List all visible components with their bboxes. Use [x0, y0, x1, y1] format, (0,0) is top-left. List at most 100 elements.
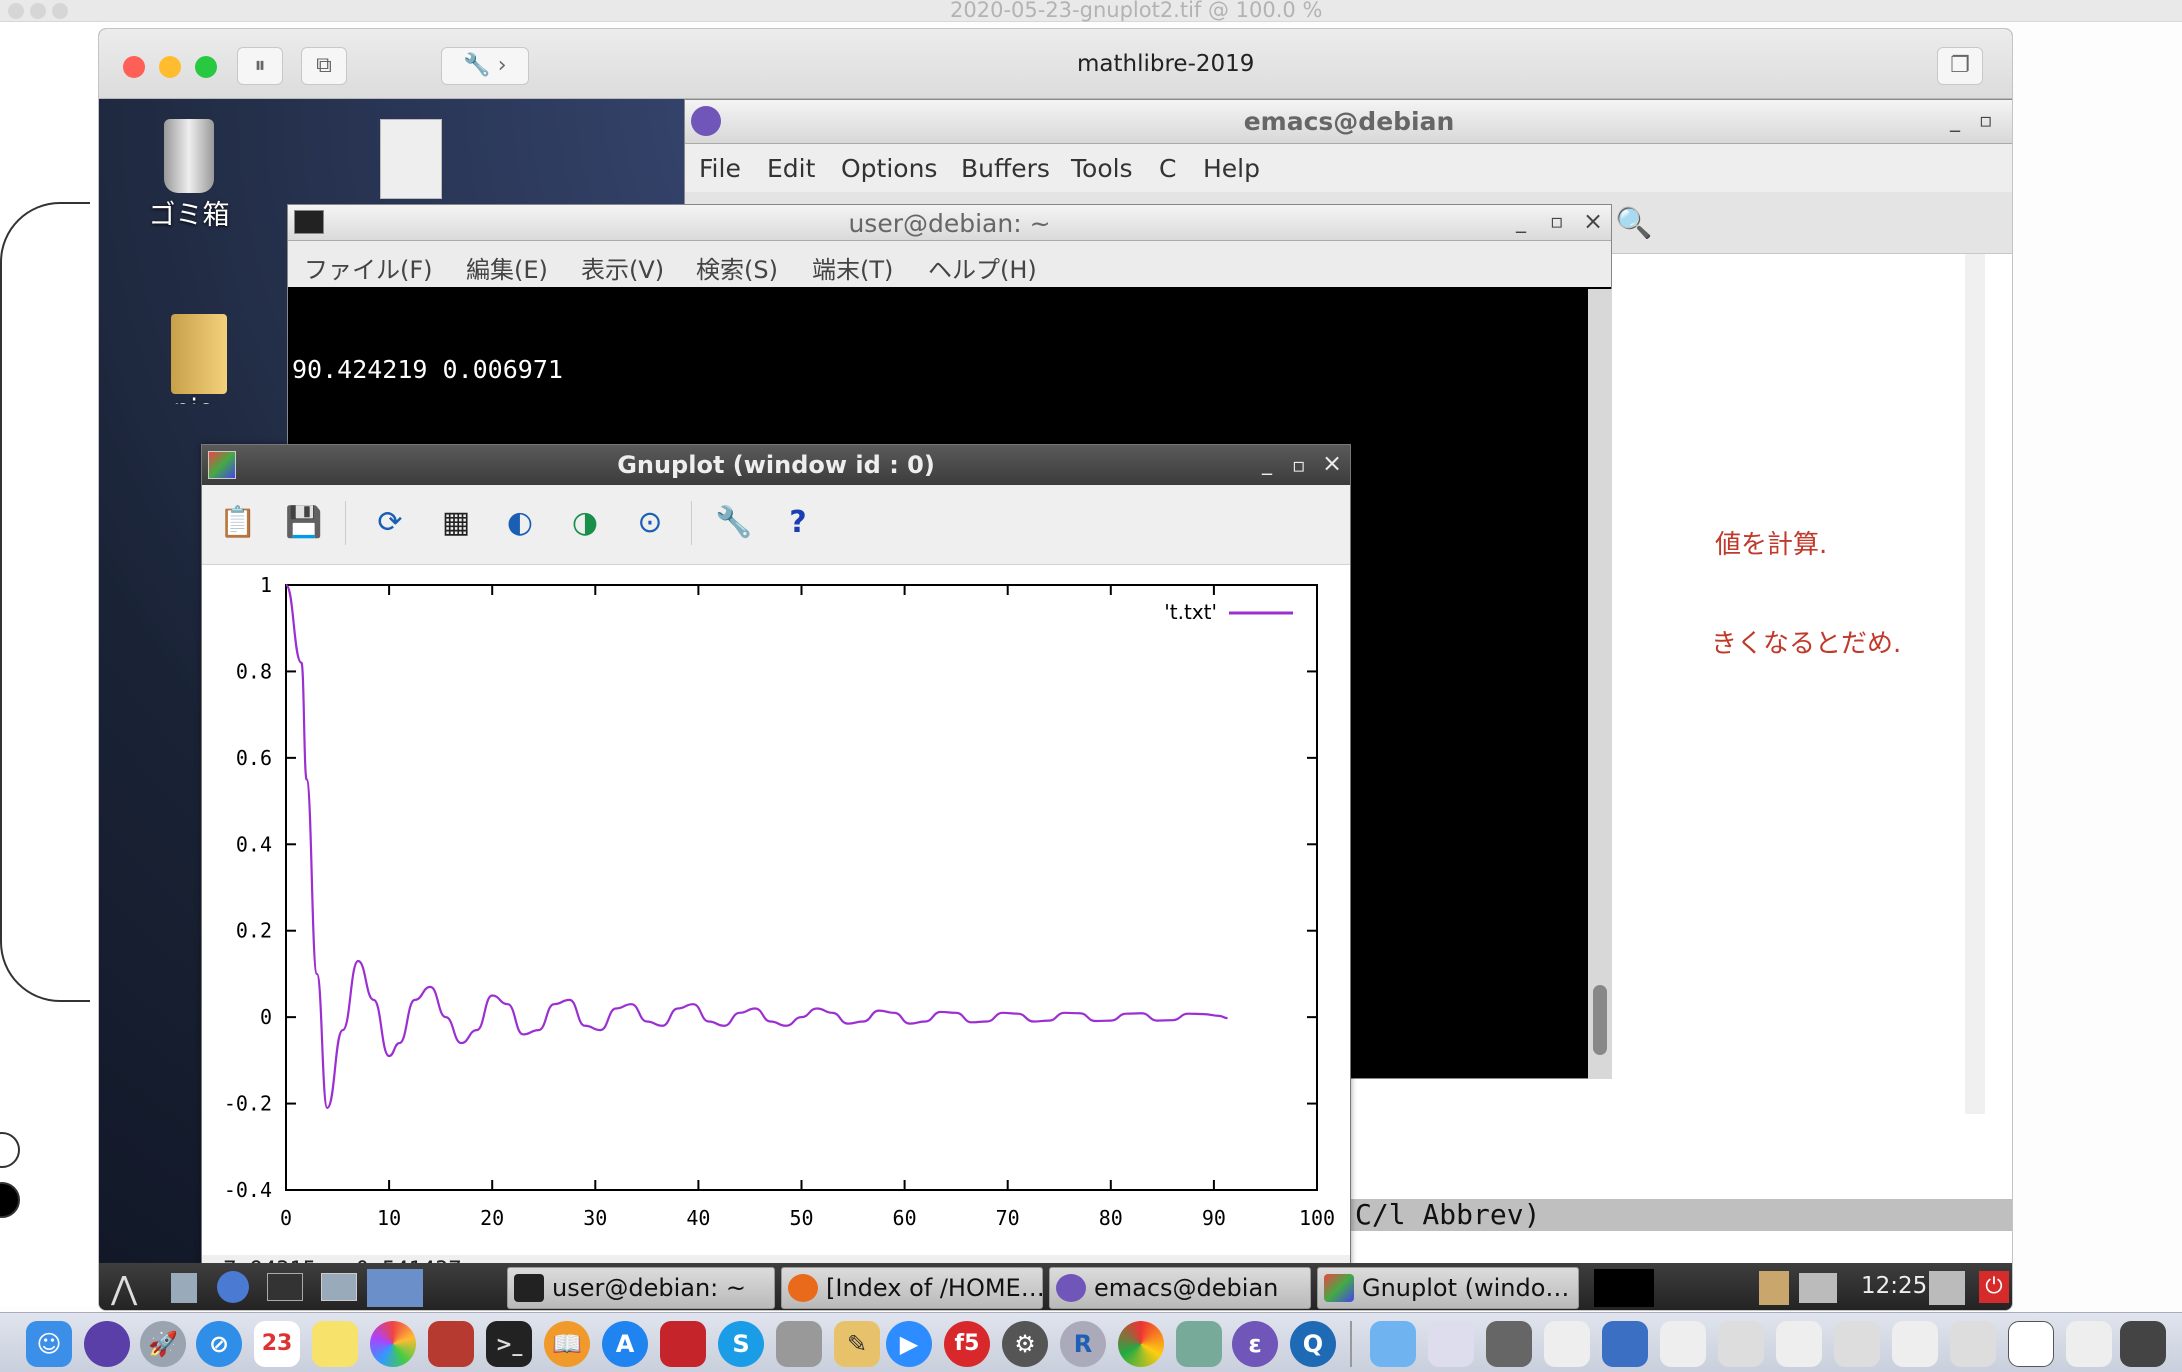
settings-wrench-icon[interactable]: 🔧 › [441, 47, 529, 85]
zoom-prev-icon[interactable]: ◐ [500, 503, 540, 543]
minimize-icon[interactable]: _ [1950, 108, 1960, 132]
stack-icon[interactable] [1660, 1321, 1706, 1367]
pager-icon[interactable] [1594, 1269, 1654, 1307]
menu-search[interactable]: 検索(S) [696, 250, 778, 285]
menu-file[interactable]: File [699, 154, 741, 183]
folder-icon[interactable]: pio-editor [139, 314, 259, 404]
terminal-scroll-thumb[interactable] [1593, 985, 1607, 1055]
network-icon[interactable] [1799, 1273, 1837, 1303]
stack-icon[interactable] [1892, 1321, 1938, 1367]
trash-icon[interactable]: ゴミ箱 [139, 119, 239, 232]
task-terminal[interactable]: user@debian: ~ [507, 1267, 775, 1309]
workspace-icon[interactable] [367, 1269, 423, 1307]
menu-c[interactable]: C [1159, 154, 1176, 183]
calendar-icon[interactable]: 23 [254, 1321, 300, 1367]
stack-icon[interactable] [1544, 1321, 1590, 1367]
pencil-icon[interactable]: ✎ [834, 1321, 880, 1367]
replot-icon[interactable]: ⟳ [370, 503, 410, 543]
windows-icon[interactable] [321, 1273, 357, 1301]
stack-icon[interactable] [2120, 1321, 2166, 1367]
menu-terminal[interactable]: 端末(T) [812, 250, 893, 285]
skype-icon[interactable]: S [718, 1321, 764, 1367]
menu-view[interactable]: 表示(V) [581, 250, 664, 285]
minimize-button[interactable] [159, 56, 181, 78]
r-app-icon[interactable]: R [1060, 1321, 1106, 1367]
clipboard-tray-icon[interactable] [1759, 1271, 1789, 1305]
terminal-launcher-icon[interactable] [267, 1273, 303, 1301]
downloads-folder-icon[interactable] [1370, 1321, 1416, 1367]
launcher-icon[interactable]: ⋀ [111, 1269, 151, 1307]
stack-icon[interactable] [1486, 1321, 1532, 1367]
minimize-icon[interactable]: _ [1262, 451, 1272, 475]
books-icon[interactable]: 📖 [544, 1321, 590, 1367]
power-icon[interactable]: ⏻ [1979, 1271, 2009, 1303]
parallels-icon[interactable] [660, 1321, 706, 1367]
search-icon[interactable]: 🔍 [1615, 206, 1652, 241]
files-icon[interactable] [171, 1273, 197, 1303]
menu-edit[interactable]: Edit [767, 154, 815, 183]
minimize-icon[interactable]: _ [1516, 209, 1526, 233]
emacs-scrollbar[interactable] [1965, 254, 1985, 1114]
browser-icon[interactable] [217, 1271, 249, 1303]
maximize-icon[interactable]: ▫ [1979, 108, 1993, 132]
terminal-scrollbar[interactable] [1588, 289, 1612, 1079]
snapshot-icon[interactable]: ⧉ [301, 47, 347, 85]
menu-file[interactable]: ファイル(F) [304, 250, 433, 285]
terminal-app-icon[interactable]: >_ [486, 1321, 532, 1367]
siri-icon[interactable] [84, 1321, 130, 1367]
photo-booth-icon[interactable] [428, 1321, 474, 1367]
grid-icon[interactable]: ▦ [436, 503, 476, 543]
safari-icon[interactable]: ⊘ [196, 1321, 242, 1367]
zoom-next-icon[interactable]: ◑ [565, 503, 605, 543]
stack-icon[interactable] [2008, 1321, 2054, 1367]
stack-icon[interactable] [1776, 1321, 1822, 1367]
unzoom-icon[interactable]: ⊙ [630, 503, 670, 543]
fullscreen-icon[interactable]: ❐ [1937, 47, 1983, 85]
zoom-app-icon[interactable]: ▶ [886, 1321, 932, 1367]
help-icon[interactable]: ? [778, 503, 818, 543]
photos-icon[interactable] [370, 1321, 416, 1367]
stack-icon[interactable] [1602, 1321, 1648, 1367]
app-store-icon[interactable]: A [602, 1321, 648, 1367]
gnuplot-plot-area[interactable]: 0 10 20 30 40 50 60 70 80 90 100 1 0.8 0.6 0.4 0.2 0 -0.2… [202, 565, 1352, 1255]
maximize-icon[interactable]: ▫ [1292, 453, 1306, 477]
finder-icon[interactable]: ☺ [26, 1321, 72, 1367]
task-gnuplot[interactable]: Gnuplot (windo… [1317, 1267, 1579, 1309]
maximize-icon[interactable]: ▫ [1550, 209, 1564, 233]
stack-icon[interactable] [1718, 1321, 1764, 1367]
save-icon[interactable]: 💾 [284, 503, 324, 543]
stack-icon[interactable] [1834, 1321, 1880, 1367]
maximize-button[interactable] [195, 56, 217, 78]
document-icon[interactable] [371, 119, 451, 199]
stack-icon[interactable] [1950, 1321, 1996, 1367]
stack-icon[interactable] [1428, 1321, 1474, 1367]
chrome-icon[interactable] [1118, 1321, 1164, 1367]
close-icon[interactable]: × [1322, 449, 1342, 477]
pause-icon[interactable]: ⏸ [237, 47, 283, 85]
tray-icon[interactable] [1929, 1271, 1965, 1305]
menu-edit[interactable]: 編集(E) [466, 250, 548, 285]
notes-icon[interactable] [312, 1321, 358, 1367]
emacs-dock-icon[interactable]: ε [1232, 1321, 1278, 1367]
preview-left-margin [0, 22, 100, 1307]
menu-help[interactable]: Help [1203, 154, 1260, 183]
launchpad-icon[interactable]: 🚀 [140, 1321, 186, 1367]
menu-tools[interactable]: Tools [1071, 154, 1133, 183]
preview-icon[interactable] [1176, 1321, 1222, 1367]
settings-icon[interactable]: 🔧 [714, 503, 754, 543]
task-emacs[interactable]: emacs@debian [1049, 1267, 1311, 1309]
terminal-title: user@debian: ~ [848, 209, 1051, 238]
clock[interactable]: 12:25 [1861, 1273, 1927, 1299]
close-icon[interactable]: × [1583, 207, 1603, 235]
task-browser[interactable]: [Index of /HOME… [781, 1267, 1043, 1309]
f5-icon[interactable]: f5 [944, 1321, 990, 1367]
menu-buffers[interactable]: Buffers [961, 154, 1050, 183]
close-button[interactable] [123, 56, 145, 78]
menu-options[interactable]: Options [841, 154, 937, 183]
menu-help[interactable]: ヘルプ(H) [928, 250, 1037, 285]
stack-icon[interactable] [2066, 1321, 2112, 1367]
quicktime-icon[interactable]: Q [1290, 1321, 1336, 1367]
system-preferences-icon[interactable]: ⚙ [1002, 1321, 1048, 1367]
clipboard-icon[interactable]: 📋 [218, 503, 258, 543]
ui-browser-icon[interactable] [776, 1321, 822, 1367]
